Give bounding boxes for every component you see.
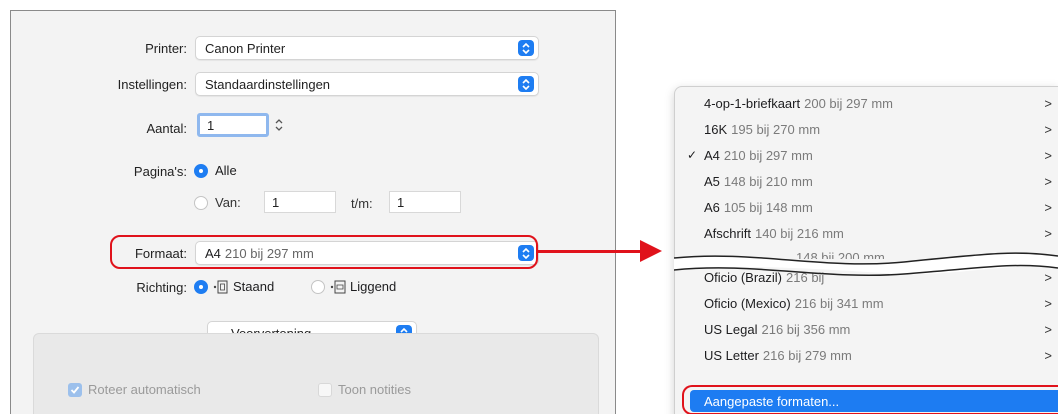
paper-size-label: A6 [704,199,720,215]
menu-item-paper-size[interactable]: Oficio (Mexico) 216 bij 341 mm > [674,292,1058,314]
paper-size-name: Afschrift 140 bij 216 mm [704,226,844,241]
format-highlight-callout [110,235,538,269]
paper-size-label: A5 [704,173,720,189]
pages-all-label: Alle [215,163,237,178]
chevron-right-icon: > [1044,321,1052,337]
auto-rotate-checkbox[interactable] [68,382,82,397]
paper-size-label: US Legal [704,321,758,337]
chevron-right-icon: > [1044,295,1052,311]
copies-field[interactable]: 1 [197,113,269,137]
paper-size-dimensions: 195 bij 270 mm [731,121,821,137]
pages-to-label: t/m: [351,196,373,211]
chevron-right-icon: > [1044,347,1052,363]
paper-size-label: Oficio (Mexico) [704,295,791,311]
paper-size-label: US Letter [704,347,759,363]
callout-arrow-head-icon [640,240,662,262]
pages-range-radio[interactable] [194,195,208,210]
orientation-landscape-option[interactable]: Liggend [311,279,396,294]
menu-item-paper-size[interactable]: ✓ A4 210 bij 297 mm > [674,144,1058,166]
paper-size-dimensions: 140 bij 216 mm [754,225,844,241]
menu-item-paper-size[interactable]: US Legal 216 bij 356 mm > [674,318,1058,340]
paper-size-dimensions: 210 bij 297 mm [723,147,813,163]
presets-value: Standaardinstellingen [205,76,331,92]
presets-label: Instellingen: [117,77,187,92]
chevron-right-icon: > [1044,95,1052,111]
pages-all-radio[interactable] [194,163,208,178]
pages-from-label: Van: [215,195,241,210]
copies-stepper[interactable] [273,115,287,135]
copies-label: Aantal: [146,121,187,136]
portrait-icon [213,280,229,294]
orientation-landscape-radio[interactable] [311,279,325,294]
paper-size-dimensions: 216 bij 279 mm [762,347,852,363]
pages-label: Pagina's: [133,164,187,179]
paper-size-dimensions: 105 bij 148 mm [723,199,813,215]
landscape-icon [330,280,346,294]
orientation-portrait-option[interactable]: Staand [194,279,274,294]
menu-item-paper-size[interactable]: 16K 195 bij 270 mm > [674,118,1058,140]
menu-item-custom-sizes[interactable]: Aangepaste formaten... [690,390,1058,412]
show-notes-option[interactable]: Toon notities [318,382,411,397]
menu-break-line-icon [674,252,1058,276]
paper-size-name: A5 148 bij 210 mm [704,174,813,189]
paper-size-name: 4-op-1-briefkaart 200 bij 297 mm [704,96,893,111]
print-dialog: Printer: Canon Printer Instellingen: Sta… [10,10,616,414]
show-notes-label: Toon notities [338,382,411,397]
printer-value: Canon Printer [205,40,286,56]
paper-size-name: US Legal 216 bij 356 mm [704,322,850,337]
menu-item-paper-size[interactable]: 4-op-1-briefkaart 200 bij 297 mm > [674,92,1058,114]
checkmark-icon: ✓ [687,148,698,162]
pages-from-field[interactable]: 1 [264,191,336,213]
paper-size-label: 4-op-1-briefkaart [704,95,801,111]
menu-item-paper-size[interactable]: US Letter 216 bij 279 mm > [674,344,1058,366]
pages-all-option[interactable]: Alle [194,163,237,178]
pages-range-option[interactable]: Van: [194,195,241,210]
printer-label: Printer: [145,41,187,56]
popup-chevron-icon [518,40,534,56]
copies-value: 1 [207,117,215,133]
orientation-portrait-radio[interactable] [194,279,208,294]
paper-size-dimensions: 216 bij 356 mm [761,321,851,337]
paper-size-dimensions: 200 bij 297 mm [804,95,893,111]
preview-options-panel: Roteer automatisch Toon notities [33,333,599,414]
auto-rotate-option[interactable]: Roteer automatisch [68,382,201,397]
portrait-label: Staand [233,279,275,294]
paper-size-name: US Letter 216 bij 279 mm [704,348,852,363]
paper-size-label: Afschrift [704,225,751,241]
chevron-right-icon: > [1044,199,1052,215]
paper-size-name: A4 210 bij 297 mm [704,148,813,163]
paper-size-name: A6 105 bij 148 mm [704,200,813,215]
paper-size-name: 16K 195 bij 270 mm [704,122,820,137]
auto-rotate-label: Roteer automatisch [88,382,201,397]
chevron-right-icon: > [1044,173,1052,189]
chevron-right-icon: > [1044,225,1052,241]
chevron-right-icon: > [1044,147,1052,163]
custom-sizes-label: Aangepaste formaten... [704,393,840,409]
orientation-label: Richting: [136,280,187,295]
menu-item-paper-size[interactable]: A6 105 bij 148 mm > [674,196,1058,218]
paper-size-dimensions: 216 bij 341 mm [794,295,884,311]
menu-item-paper-size[interactable]: A5 148 bij 210 mm > [674,170,1058,192]
paper-size-dimensions: 148 bij 210 mm [723,173,813,189]
pages-to-field[interactable]: 1 [389,191,461,213]
show-notes-checkbox[interactable] [318,382,332,397]
presets-popup[interactable]: Standaardinstellingen [195,72,539,96]
paper-size-label: A4 [704,147,720,163]
paper-size-name: Oficio (Mexico) 216 bij 341 mm [704,296,884,311]
printer-popup[interactable]: Canon Printer [195,36,539,60]
paper-size-label: 16K [704,121,728,137]
chevron-right-icon: > [1044,121,1052,137]
landscape-label: Liggend [350,279,397,294]
popup-chevron-icon [518,76,534,92]
